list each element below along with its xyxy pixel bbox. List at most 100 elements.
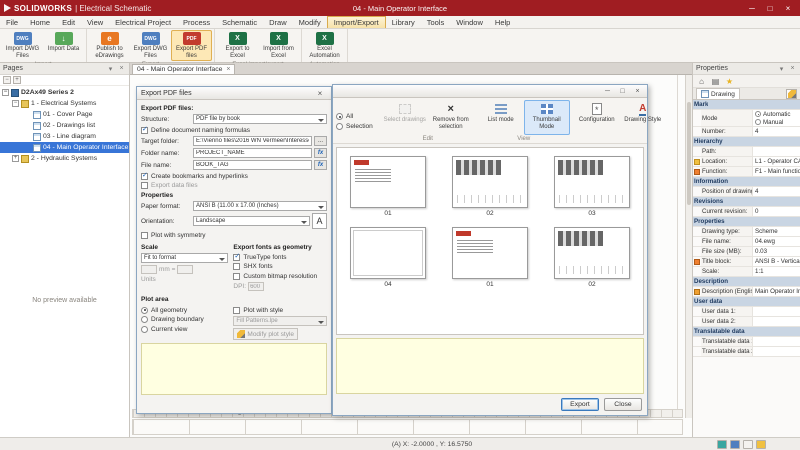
export-button[interactable]: Export [561, 398, 599, 411]
property-row[interactable]: Revisions [693, 197, 800, 207]
selection-close-button[interactable]: × [630, 86, 645, 96]
drawing-canvas[interactable]: 9 Export PDF files × Export PDF files: S… [130, 75, 692, 437]
ribbon-button[interactable]: Export to Excel [217, 30, 258, 61]
drawing-thumbnail[interactable]: 03 [541, 156, 643, 217]
tree-expander-icon[interactable]: + [12, 155, 19, 162]
selection-maximize-button[interactable]: □ [615, 86, 630, 96]
select-drawings-button[interactable]: Select drawings [382, 100, 428, 135]
drawing-style-button[interactable]: A Drawing Style [620, 100, 666, 135]
tab-close-icon[interactable]: × [226, 66, 230, 73]
drawing-thumbnail[interactable]: 01 [337, 156, 439, 217]
property-row[interactable]: Translatable data 2 (): [693, 347, 800, 357]
vertical-scrollbar[interactable] [685, 75, 692, 418]
property-row[interactable]: Mark [693, 100, 800, 110]
naming-formulas-checkbox[interactable] [141, 127, 148, 134]
folder-formula-button[interactable]: fx [314, 148, 327, 158]
property-row[interactable]: File size (MB): 0.03 [693, 247, 800, 257]
menu-item[interactable]: Help [489, 16, 516, 28]
monitor-icon[interactable] [717, 440, 727, 449]
drawing-thumbnail[interactable]: 01 [439, 227, 541, 288]
minimize-button[interactable]: ─ [744, 2, 760, 14]
pages-tree-item[interactable]: 04 - Main Operator Interface [0, 142, 129, 153]
folder-name-input[interactable] [193, 148, 312, 158]
property-row[interactable]: Current revision: 0 [693, 207, 800, 217]
list-mode-button[interactable]: List mode [478, 100, 524, 135]
tree-expander-icon[interactable] [24, 122, 31, 129]
document-icon[interactable] [743, 440, 753, 449]
property-row[interactable]: Drawing type: Scheme [693, 227, 800, 237]
tree-expander-icon[interactable] [24, 133, 31, 140]
pages-tree-item[interactable]: 01 - Cover Page [0, 109, 129, 120]
property-row[interactable]: Translatable data 1 (): [693, 337, 800, 347]
ribbon-button[interactable]: Excel Automation [304, 30, 345, 61]
close-dialog-button[interactable]: Close [604, 398, 642, 411]
structure-dropdown[interactable]: PDF file by book [193, 114, 327, 124]
property-row[interactable]: User data [693, 297, 800, 307]
bulb-icon[interactable] [756, 440, 766, 449]
tab-drawing[interactable]: Drawing [696, 88, 740, 99]
property-row[interactable]: Path: [693, 147, 800, 157]
property-row[interactable]: File name: 04.ewg [693, 237, 800, 247]
collapse-all-icon[interactable]: − [3, 76, 11, 84]
ribbon-button[interactable]: Export DWG Files [130, 30, 171, 61]
bookmarks-checkbox[interactable] [141, 173, 148, 180]
panel-close-icon[interactable]: × [788, 64, 797, 73]
property-row[interactable]: Mode Automatic Manual [693, 110, 800, 127]
pages-tree-item[interactable]: − D2Ax49 Series 2 [0, 87, 129, 98]
pages-tree-item[interactable]: 02 - Drawings list [0, 120, 129, 131]
file-formula-button[interactable]: fx [314, 160, 327, 170]
chevron-down-icon[interactable]: ▾ [777, 64, 786, 73]
tree-expander-icon[interactable] [24, 111, 31, 118]
drawing-sheet-icon[interactable]: ▤ [710, 76, 721, 86]
ribbon-button[interactable]: Publish to eDrawings [89, 30, 130, 61]
close-button[interactable]: × [780, 2, 796, 14]
menu-item[interactable]: Library [386, 16, 421, 28]
menu-item[interactable]: Modify [293, 16, 327, 28]
property-row[interactable]: Function: F1 - Main function [693, 167, 800, 177]
menu-item[interactable]: Electrical Project [109, 16, 177, 28]
thumbnail-mode-button[interactable]: Thumbnail Mode [524, 100, 570, 135]
property-row[interactable]: Description (English): Main Operator Int… [693, 287, 800, 297]
drawing-thumbnail[interactable]: 02 [439, 156, 541, 217]
target-folder-input[interactable] [193, 136, 312, 146]
edit-properties-button[interactable] [786, 89, 797, 99]
property-row[interactable]: Title block: ANSI B - Vertical Drawing [693, 257, 800, 267]
drawing-boundary-radio[interactable] [141, 316, 148, 323]
expand-all-icon[interactable]: + [13, 76, 21, 84]
tree-expander-icon[interactable]: − [12, 100, 19, 107]
property-row[interactable]: User data 1: [693, 307, 800, 317]
menu-item[interactable]: Home [24, 16, 56, 28]
ribbon-button[interactable]: Import Data [43, 30, 84, 61]
remove-from-selection-button[interactable]: × Remove from selection [428, 100, 474, 135]
property-row[interactable]: User data 2: [693, 317, 800, 327]
property-row[interactable]: Translatable data [693, 327, 800, 337]
document-tab[interactable]: 04 - Main Operator Interface × [132, 64, 235, 74]
property-row[interactable]: Location: L1 - Operator CAB [693, 157, 800, 167]
property-row[interactable]: Information [693, 177, 800, 187]
selection-minimize-button[interactable]: ─ [600, 86, 615, 96]
pages-tree-item[interactable]: 03 - Line diagram [0, 131, 129, 142]
menu-item[interactable]: Process [177, 16, 216, 28]
maximize-button[interactable]: □ [762, 2, 778, 14]
configuration-button[interactable]: * Configuration [574, 100, 620, 135]
property-row[interactable]: Properties [693, 217, 800, 227]
grid-icon[interactable] [730, 440, 740, 449]
current-view-radio[interactable] [141, 326, 148, 333]
menu-item[interactable]: File [0, 16, 24, 28]
mode-manual-radio[interactable] [755, 119, 761, 125]
ribbon-button[interactable]: Import from Excel [258, 30, 299, 61]
scale-dropdown[interactable]: Fit to format [141, 253, 228, 263]
tree-expander-icon[interactable] [24, 144, 31, 151]
dialog-close-button[interactable]: × [313, 88, 327, 98]
property-row[interactable]: Number: 4 [693, 127, 800, 137]
all-geometry-radio[interactable] [141, 307, 148, 314]
menu-item[interactable]: Window [450, 16, 489, 28]
data-files-checkbox[interactable] [141, 182, 148, 189]
orientation-dropdown[interactable]: Landscape [193, 216, 310, 226]
drawing-thumbnail[interactable]: 04 [337, 227, 439, 288]
property-row[interactable]: Hierarchy [693, 137, 800, 147]
browse-button[interactable]: ... [314, 136, 327, 146]
menu-item[interactable]: Draw [263, 16, 293, 28]
truetype-checkbox[interactable] [233, 254, 240, 261]
menu-item[interactable]: Edit [56, 16, 81, 28]
